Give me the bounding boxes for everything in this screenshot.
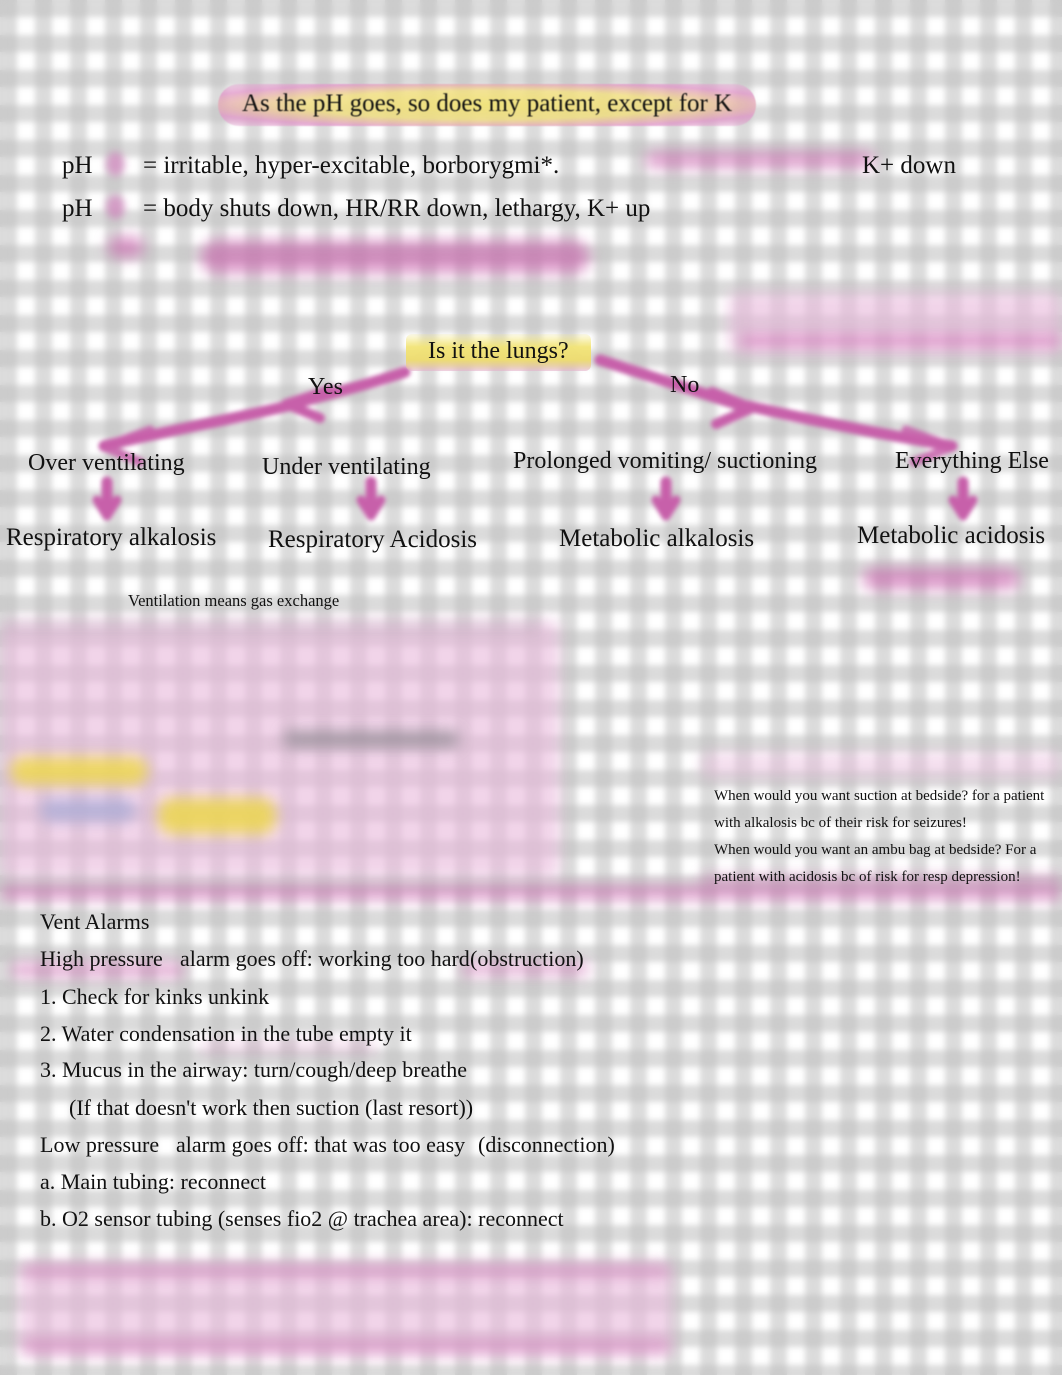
vent-step-2: 2. Water condensation in the tube empty … [40, 1021, 412, 1046]
high-pressure-text: alarm goes off: working too hard [180, 946, 470, 971]
decision-question: Is it the lungs? [406, 334, 591, 371]
branch-label-yes: Yes [308, 374, 343, 400]
low-pressure-paren: (disconnection) [478, 1132, 615, 1157]
tree-cause-everything-else: Everything Else [895, 448, 1049, 474]
ph-line-1-label: pH [62, 152, 93, 179]
tree-outcome-respiratory-alkalosis: Respiratory alkalosis [6, 524, 217, 551]
branch-label-no: No [670, 372, 700, 398]
tree-outcome-respiratory-acidosis: Respiratory Acidosis [268, 526, 478, 553]
vent-step-1: 1. Check for kinks unkink [40, 984, 270, 1009]
ph-line-1-text: = irritable, hyper-excitable, borborygmi… [143, 152, 560, 179]
ph-line-1-trailing: K+ down [862, 152, 956, 179]
vent-step-3: 3. Mucus in the airway: turn/cough/deep … [40, 1057, 468, 1082]
low-pressure-text: alarm goes off: that was too easy [176, 1132, 466, 1157]
tree-cause-prolonged-vomiting: Prolonged vomiting/ suctioning [513, 448, 817, 474]
side-note-line: When would you want suction at bedside? … [714, 788, 1045, 804]
tree-outcome-metabolic-acidosis: Metabolic acidosis [857, 522, 1046, 549]
tree-cause-over-ventilating: Over ventilating [28, 450, 185, 476]
low-pressure-step-b: b. O2 sensor tubing (senses fio2 @ trach… [40, 1206, 564, 1231]
side-note-line: patient with acidosis bc of risk for res… [714, 869, 1021, 885]
ph-line-2-text: = body shuts down, HR/RR down, lethargy,… [143, 195, 651, 222]
side-note-line: When would you want an ambu bag at bedsi… [714, 842, 1037, 858]
page-title-text: As the pH goes, so does my patient, exce… [242, 90, 733, 117]
up-arrow-icon [106, 195, 125, 219]
tree-outcome-metabolic-alkalosis: Metabolic alkalosis [559, 525, 755, 552]
vent-step-3-sub: (If that doesn't work then suction (last… [69, 1095, 474, 1120]
tree-cause-under-ventilating: Under ventilating [262, 454, 431, 480]
high-pressure-paren: (obstruction) [470, 946, 584, 971]
side-note-line: with alkalosis bc of their risk for seiz… [714, 815, 967, 831]
down-arrow-icon [106, 152, 125, 176]
side-note: When would you want suction at bedside? … [714, 783, 1062, 891]
low-pressure-step-a: a. Main tubing: reconnect [40, 1169, 267, 1194]
high-pressure-label: High pressure [40, 946, 163, 971]
ventilation-note: Ventilation means gas exchange [128, 591, 340, 610]
ph-line-2-label: pH [62, 195, 93, 222]
vent-alarms-heading: Vent Alarms [40, 909, 150, 934]
page-title: As the pH goes, so does my patient, exce… [218, 84, 757, 126]
decision-question-text: Is it the lungs? [428, 338, 569, 364]
low-pressure-label: Low pressure [40, 1132, 160, 1157]
